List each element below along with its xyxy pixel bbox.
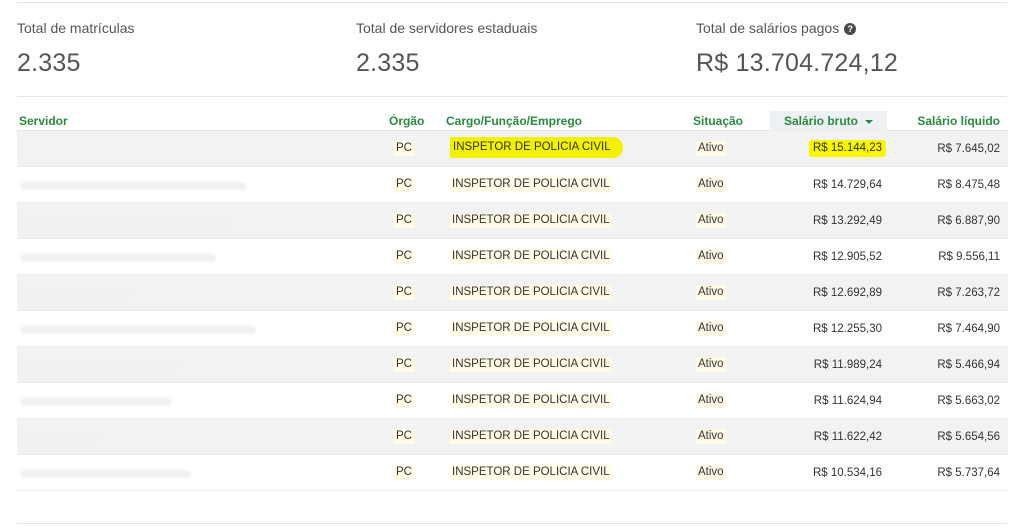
stat-total-salarios: Total de salários pagos? R$ 13.704.724,1… — [696, 20, 898, 77]
table-row[interactable]: PC INSPETOR DE POLICIA CIVIL Ativo R$ 11.98… — [17, 347, 1008, 383]
table-header: Servidor Órgão Cargo/Função/Emprego Situ… — [17, 111, 1008, 131]
col-header-cargo[interactable]: Cargo/Função/Emprego — [446, 114, 582, 128]
cargo-cell: INSPETOR DE POLICIA CIVIL — [450, 213, 612, 228]
orgao-cell: PC — [394, 393, 414, 408]
situacao-cell: Ativo — [696, 141, 726, 156]
situacao-cell: Ativo — [696, 177, 726, 192]
orgao-cell: PC — [394, 285, 414, 300]
situacao-cell: Ativo — [696, 393, 726, 408]
situacao-cell: Ativo — [696, 429, 726, 444]
cargo-cell: INSPETOR DE POLICIA CIVIL — [450, 429, 612, 444]
section-divider — [17, 96, 1007, 97]
orgao-cell: PC — [394, 177, 414, 192]
situacao-cell: Ativo — [696, 249, 726, 264]
table-row[interactable]: PC INSPETOR DE POLICIA CIVIL Ativo R$ 12.69… — [17, 275, 1008, 311]
cargo-cell: INSPETOR DE POLICIA CIVIL — [450, 465, 612, 480]
stat-value: R$ 13.704.724,12 — [696, 49, 898, 77]
table-row[interactable]: PC INSPETOR DE POLICIA CIVIL Ativo R$ 12.25… — [17, 311, 1008, 347]
orgao-cell: PC — [394, 213, 414, 228]
salario-liquido-cell: R$ 5.654,56 — [937, 431, 1000, 443]
servidor-name-redacted — [21, 218, 231, 226]
salario-bruto-cell: R$ 12.692,89 — [812, 287, 882, 299]
stat-total-matriculas: Total de matrículas 2.335 — [17, 20, 135, 77]
salario-bruto-cell: R$ 10.534,16 — [812, 467, 882, 479]
salario-bruto-cell: R$ 14.729,64 — [812, 179, 882, 191]
cargo-cell: INSPETOR DE POLICIA CIVIL — [450, 137, 623, 158]
stat-value: 2.335 — [17, 49, 81, 77]
table-row[interactable]: PC INSPETOR DE POLICIA CIVIL Ativo R$ 11.62… — [17, 383, 1008, 419]
caret-down-icon — [865, 120, 873, 124]
table-row[interactable]: PC INSPETOR DE POLICIA CIVIL Ativo R$ 14.72… — [17, 167, 1008, 203]
orgao-cell: PC — [394, 429, 414, 444]
orgao-cell: PC — [394, 321, 414, 336]
salario-liquido-cell: R$ 7.263,72 — [937, 287, 1000, 299]
stat-label: Total de matrículas — [17, 20, 135, 36]
situacao-cell: Ativo — [696, 357, 726, 372]
question-circle-icon[interactable]: ? — [844, 23, 857, 35]
salario-liquido-cell: R$ 5.466,94 — [937, 359, 1000, 371]
salario-bruto-cell: R$ 11.624,94 — [813, 395, 882, 407]
table-row[interactable]: PC INSPETOR DE POLICIA CIVIL Ativo R$ 15.14… — [17, 131, 1008, 167]
salario-bruto-cell: R$ 15.144,23 — [808, 140, 886, 157]
stat-total-servidores: Total de servidores estaduais 2.335 — [356, 20, 537, 77]
salario-liquido-cell: R$ 5.737,64 — [937, 467, 1000, 479]
col-header-servidor[interactable]: Servidor — [19, 114, 68, 128]
orgao-cell: PC — [394, 249, 414, 264]
servidor-name-redacted — [21, 182, 246, 190]
servidor-name-redacted — [21, 290, 131, 298]
cargo-cell: INSPETOR DE POLICIA CIVIL — [450, 393, 612, 408]
salario-bruto-cell: R$ 11.989,24 — [813, 359, 882, 371]
col-header-salario-bruto[interactable]: Salário bruto — [770, 111, 887, 131]
salario-bruto-cell: R$ 12.255,30 — [812, 323, 882, 335]
stat-label: Total de servidores estaduais — [356, 20, 538, 36]
table-row[interactable]: PC INSPETOR DE POLICIA CIVIL Ativo R$ 12.90… — [17, 239, 1008, 275]
salario-liquido-cell: R$ 8.475,48 — [937, 179, 1000, 191]
salario-liquido-cell: R$ 9.556,11 — [938, 251, 1000, 263]
table-body: PC INSPETOR DE POLICIA CIVIL Ativo R$ 15.14… — [17, 131, 1008, 491]
servidor-name-redacted — [21, 362, 181, 370]
stat-label-wrap: Total de salários pagos? — [696, 20, 898, 36]
stat-label: Total de salários pagos — [696, 20, 840, 36]
table-row[interactable]: PC INSPETOR DE POLICIA CIVIL Ativo R$ 13.29… — [17, 203, 1008, 239]
servidor-name-redacted — [21, 254, 216, 262]
salario-liquido-cell: R$ 6.887,90 — [937, 215, 1000, 227]
situacao-cell: Ativo — [696, 321, 726, 336]
cargo-cell: INSPETOR DE POLICIA CIVIL — [450, 285, 612, 300]
col-header-label: Salário bruto — [783, 114, 858, 128]
salario-liquido-cell: R$ 7.464,90 — [937, 323, 1000, 335]
servidor-name-redacted — [21, 398, 171, 406]
servidores-table: Servidor Órgão Cargo/Função/Emprego Situ… — [17, 111, 1008, 491]
orgao-cell: PC — [394, 465, 414, 480]
salario-liquido-cell: R$ 5.663,02 — [937, 395, 1000, 407]
situacao-cell: Ativo — [696, 285, 726, 300]
cargo-cell: INSPETOR DE POLICIA CIVIL — [450, 321, 612, 336]
bottom-divider — [17, 523, 1007, 524]
orgao-cell: PC — [394, 357, 414, 372]
col-header-situacao[interactable]: Situação — [693, 114, 743, 128]
situacao-cell: Ativo — [696, 213, 726, 228]
salario-bruto-cell: R$ 12.905,52 — [812, 251, 882, 263]
cargo-cell: INSPETOR DE POLICIA CIVIL — [450, 357, 612, 372]
col-header-orgao[interactable]: Órgão — [389, 114, 424, 128]
stat-value: 2.335 — [356, 49, 420, 77]
top-divider — [17, 2, 1007, 3]
servidor-name-redacted — [21, 326, 256, 334]
table-row[interactable]: PC INSPETOR DE POLICIA CIVIL Ativo R$ 11.62… — [17, 419, 1008, 455]
orgao-cell: PC — [394, 141, 414, 156]
salario-liquido-cell: R$ 7.645,02 — [937, 143, 1000, 155]
salario-bruto-cell: R$ 13.292,49 — [812, 215, 882, 227]
servidor-name-redacted — [21, 470, 191, 478]
cargo-cell: INSPETOR DE POLICIA CIVIL — [450, 249, 612, 264]
situacao-cell: Ativo — [696, 465, 726, 480]
salario-bruto-cell: R$ 11.622,42 — [813, 431, 882, 443]
servidor-name-redacted — [21, 434, 101, 442]
cargo-cell: INSPETOR DE POLICIA CIVIL — [450, 177, 612, 192]
table-row[interactable]: PC INSPETOR DE POLICIA CIVIL Ativo R$ 10.53… — [17, 455, 1008, 491]
col-header-salario-liquido[interactable]: Salário líquido — [917, 114, 1000, 128]
